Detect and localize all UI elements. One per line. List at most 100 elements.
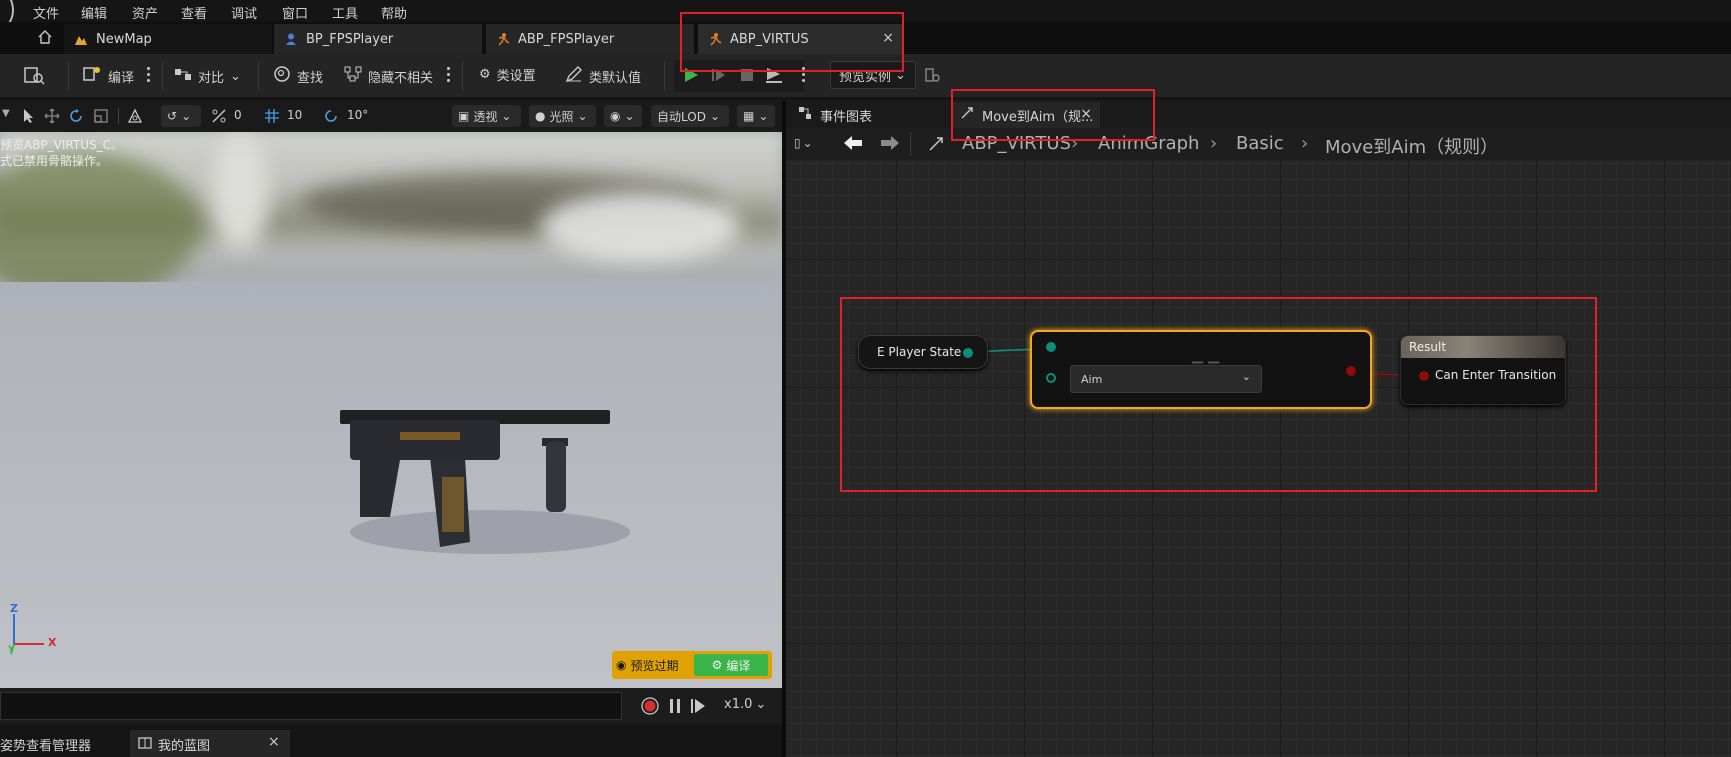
perspective-button[interactable]: ▣ 透视 ⌄ [452, 105, 521, 127]
highlight-box-rule-tab [951, 89, 1155, 141]
find-button[interactable]: 查找 [273, 65, 323, 87]
highlight-box-abp-tab [680, 12, 904, 72]
weapon-mesh [340, 410, 630, 554]
breadcrumb-item[interactable]: Basic [1236, 133, 1284, 154]
class-defaults-icon [565, 65, 583, 87]
back-arrow-icon[interactable] [842, 134, 864, 155]
viewport-info-line1: 预览ABP_VIRTUS_C。 [0, 138, 124, 152]
grid-value[interactable]: 10 [287, 108, 302, 122]
event-graph-label: 事件图表 [820, 109, 873, 125]
bookmark-icon: ▯ [794, 136, 801, 150]
pause-icon[interactable] [668, 698, 682, 717]
playback-bar: x1.0 ⌄ [0, 688, 782, 724]
step-forward-icon[interactable] [690, 698, 706, 717]
breadcrumb-chevron-icon: › [1301, 133, 1309, 154]
rotation-snap-icon[interactable] [323, 108, 339, 127]
preview-viewport[interactable]: 预览ABP_VIRTUS_C。 式已禁用骨骼操作。 Z X Y ◉ 预览过期 ⚙… [0, 132, 782, 688]
lighting-icon: ● [535, 109, 546, 123]
tab-bp-fpsplayer[interactable]: BP_FPSPlayer [274, 24, 482, 54]
scale-icon[interactable] [93, 108, 109, 127]
bookmark-dropdown[interactable]: ▯ ⌄ [794, 136, 813, 150]
toolbar-separator [162, 62, 163, 90]
compile-button[interactable]: 编译 [82, 65, 134, 87]
camera-icon: ▣ [458, 109, 470, 123]
perspective-label: 透视 [473, 109, 498, 124]
tab-abp-fpsplayer[interactable]: ABP_FPSPlayer [486, 24, 694, 54]
menu-view[interactable]: 查看 [181, 3, 207, 22]
tab-event-graph[interactable]: 事件图表 [790, 102, 950, 128]
grid-snap-icon[interactable] [264, 108, 280, 127]
angle-value[interactable]: 0 [234, 108, 242, 122]
record-icon[interactable] [641, 697, 659, 718]
lod-button[interactable]: 自动LOD ⌄ [651, 105, 729, 127]
timeline-scrubber[interactable] [0, 692, 622, 720]
anim-blueprint-icon [496, 32, 510, 46]
eye-icon: ◉ [616, 658, 627, 672]
pillar-blur [210, 132, 270, 252]
menu-file[interactable]: 文件 [33, 3, 59, 22]
viewport-info-line2: 式已禁用骨骼操作。 [0, 154, 109, 168]
menu-window[interactable]: 窗口 [282, 3, 308, 22]
chevron-down-icon: ⌄ [181, 109, 192, 123]
rotation-value[interactable]: 10° [347, 108, 368, 122]
viewport-layout-button[interactable]: ▦ ⌄ [737, 105, 775, 127]
viewport-compile-label: 编译 [726, 658, 751, 673]
blueprint-pawn-icon [284, 32, 298, 46]
unreal-editor-window: 文件 编辑 资产 查看 调试 窗口 工具 帮助 NewMap BP_FPSPla… [0, 0, 1731, 757]
rotate-icon[interactable] [68, 108, 84, 127]
toolbar-separator [462, 62, 463, 90]
forward-arrow-icon[interactable] [879, 134, 901, 155]
my-blueprint-label: 我的蓝图 [158, 739, 211, 754]
show-button[interactable]: ◉ ⌄ [604, 105, 642, 127]
find-options-icon[interactable] [447, 67, 450, 83]
preview-expired-label: 预览过期 [630, 658, 679, 673]
menu-asset[interactable]: 资产 [132, 3, 158, 22]
axis-x-label: X [48, 636, 57, 649]
home-icon[interactable] [37, 29, 53, 45]
car-blur [540, 192, 740, 262]
browse-asset-icon[interactable] [24, 66, 46, 89]
playback-speed-dropdown[interactable]: x1.0 ⌄ [724, 697, 766, 712]
translate-icon[interactable] [44, 108, 60, 127]
select-mode-icon[interactable] [22, 108, 36, 127]
toolbar-separator [68, 62, 69, 90]
menu-help[interactable]: 帮助 [381, 3, 407, 22]
class-defaults-button[interactable]: 类默认值 [565, 65, 641, 87]
tab-label: NewMap [96, 31, 152, 47]
tab-pose-manager[interactable]: 姿势查看管理器 [0, 735, 91, 754]
lighting-button[interactable]: ● 光照 ⌄ [529, 105, 596, 127]
playback-speed-label: x1.0 [724, 697, 753, 712]
tab-newmap[interactable]: NewMap [64, 24, 272, 54]
close-tab-icon[interactable]: × [268, 734, 280, 750]
separator [118, 108, 119, 124]
surface-snap-button[interactable]: ↺ ⌄ [161, 105, 201, 127]
hide-unrelated-icon [344, 65, 362, 87]
class-settings-label: 类设置 [496, 69, 536, 84]
debug-object-icon[interactable] [924, 66, 942, 87]
lod-label: 自动LOD [657, 109, 706, 124]
toolbar-separator [258, 62, 259, 90]
tab-label: BP_FPSPlayer [306, 31, 394, 47]
menu-tools[interactable]: 工具 [332, 3, 358, 22]
axis-y-label: Y [8, 645, 15, 655]
separator [910, 132, 911, 156]
transition-icon[interactable] [928, 136, 944, 155]
angle-snap-icon[interactable] [211, 108, 227, 127]
diff-button[interactable]: 对比 ⌄ [174, 65, 241, 87]
breadcrumb-item[interactable]: Move到Aim（规则） [1325, 133, 1498, 159]
viewport-menu-icon[interactable]: ▼ [2, 108, 10, 119]
viewport-compile-button[interactable]: ⚙ 编译 [694, 654, 768, 676]
viewport-toolbar: ▼ ↺ ⌄ 0 10 10° ▣ 透视 ⌄ ● 光照 ⌄ ◉ ⌄ 自动LOD ⌄ ▦ ⌄ [0, 100, 782, 132]
menu-debug[interactable]: 调试 [231, 3, 257, 22]
preview-expired-indicator: ◉ 预览过期 [616, 654, 679, 676]
graph-icon [798, 106, 812, 124]
class-settings-button[interactable]: ⚙ 类设置 [479, 65, 536, 84]
chevron-down-icon: ⌄ [802, 136, 813, 150]
transform-space-icon[interactable] [127, 108, 143, 127]
hide-unrelated-button[interactable]: 隐藏不相关 [344, 65, 433, 87]
compile-options-icon[interactable] [147, 67, 150, 83]
bottom-panel-tabs: 姿势查看管理器 我的蓝图 × [0, 730, 786, 757]
breadcrumb-chevron-icon: › [1210, 133, 1218, 154]
menu-edit[interactable]: 编辑 [81, 3, 107, 22]
chevron-down-icon: ⌄ [624, 109, 635, 123]
